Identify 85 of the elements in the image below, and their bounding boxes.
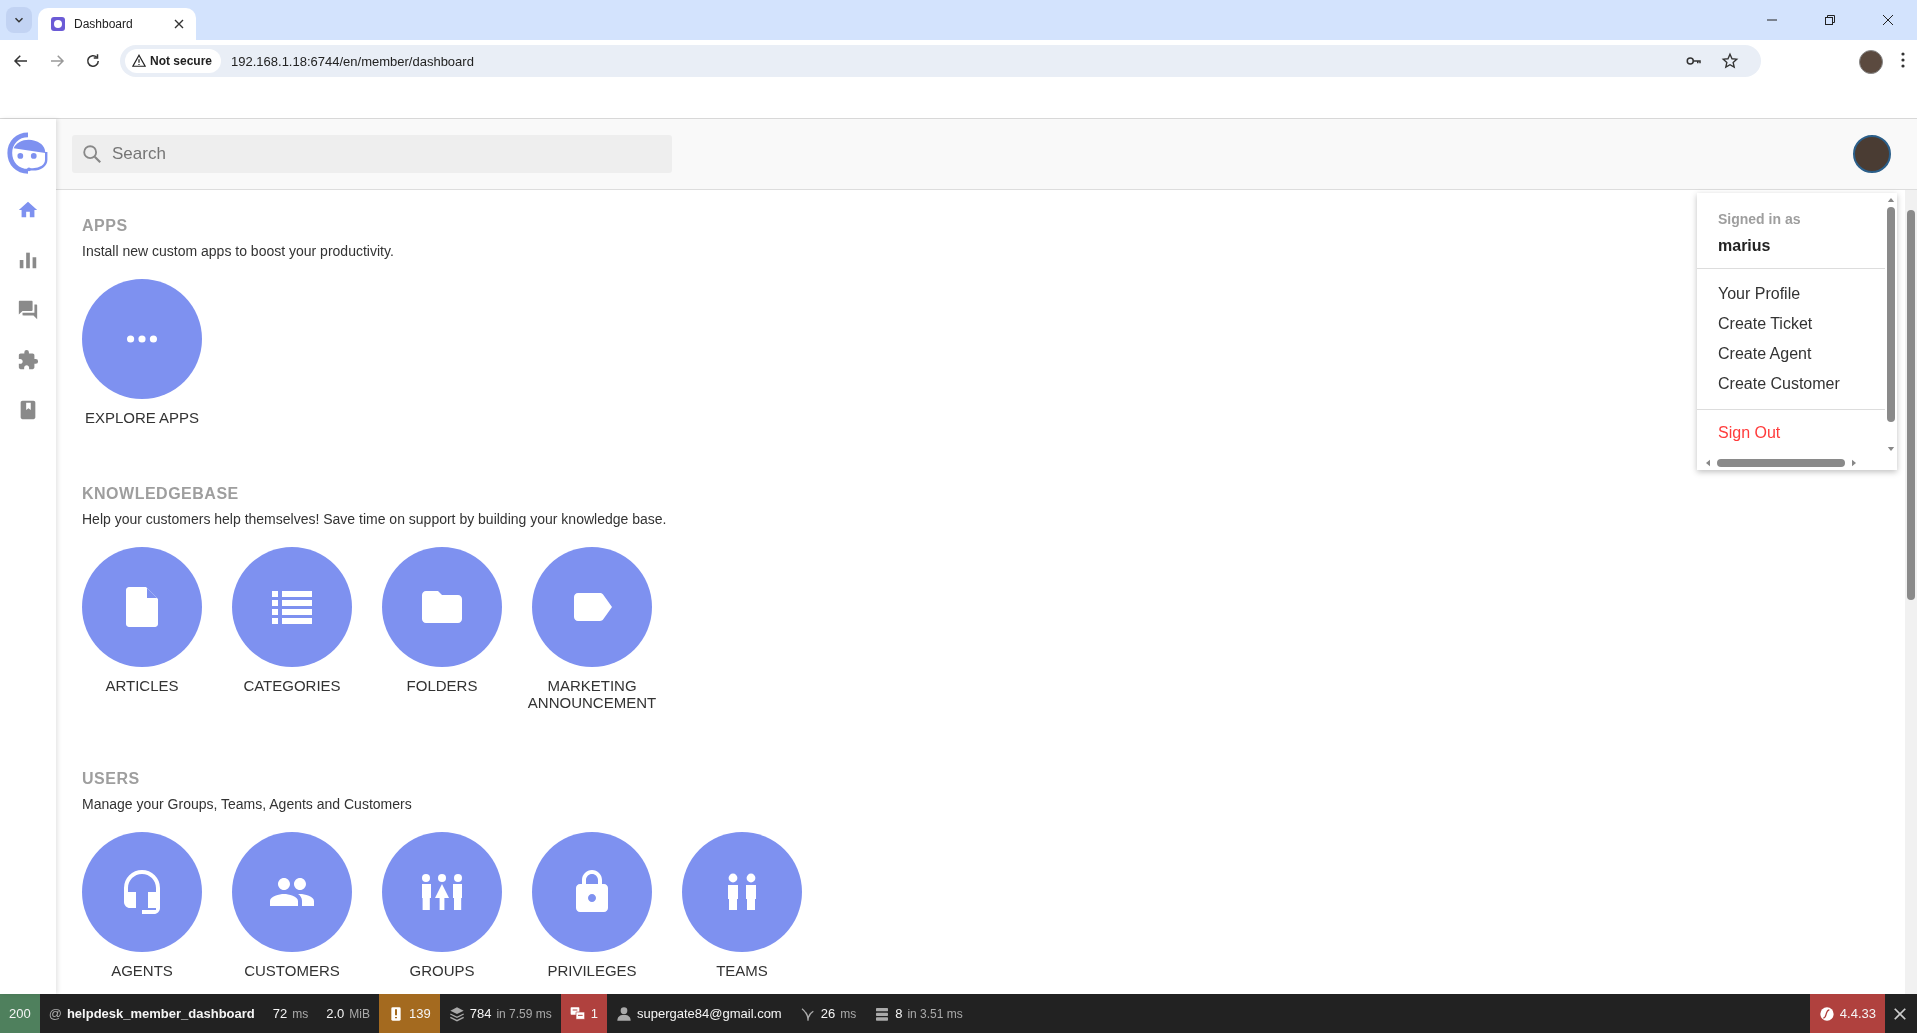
tile-label[interactable]: CUSTOMERS — [217, 962, 367, 979]
star-icon[interactable] — [1721, 52, 1739, 70]
debug-value: 26 — [820, 1006, 836, 1021]
debug-panel[interactable]: 8 in 3.51 ms — [865, 994, 972, 1033]
debug-panel[interactable]: 1 — [560, 994, 607, 1033]
tile-label[interactable]: CATEGORIES — [217, 677, 367, 694]
tile-label[interactable]: AGENTS — [67, 962, 217, 979]
search-field[interactable]: Search — [72, 135, 672, 173]
username: marius — [1718, 236, 1772, 256]
debug-value: 4.4.33 — [1839, 1006, 1876, 1021]
user-avatar[interactable] — [1853, 135, 1891, 173]
tile-label[interactable]: ARTICLES — [67, 677, 217, 694]
browser-tab[interactable]: Dashboard — [38, 8, 196, 40]
debug-panel[interactable]: 4.4.33 — [1809, 994, 1885, 1033]
scroll-left-icon[interactable] — [1705, 459, 1711, 467]
debug-value: 139 — [409, 1006, 431, 1021]
scrollbar[interactable] — [1905, 190, 1917, 994]
tile-label[interactable]: EXPLORE APPS — [67, 409, 217, 426]
debug-panel[interactable]: 200 — [0, 994, 40, 1033]
tab-list-button[interactable] — [6, 7, 32, 33]
debug-value: 784 — [469, 1006, 492, 1021]
tile-label[interactable]: TEAMS — [667, 962, 817, 979]
security-chip[interactable]: Not secure — [125, 49, 222, 73]
debug-panel[interactable]: 139 — [379, 994, 440, 1033]
menu-item[interactable]: Create Agent — [1718, 339, 1864, 369]
tile-label[interactable]: GROUPS — [367, 962, 517, 979]
restore-icon[interactable] — [1824, 14, 1836, 26]
debug-value: 2.0 — [326, 1006, 345, 1021]
menu-item[interactable]: Your Profile — [1718, 279, 1864, 309]
more-icon[interactable] — [1901, 52, 1905, 68]
debug-value: 8 — [895, 1006, 903, 1021]
debug-value: 1 — [590, 1006, 598, 1021]
tile-label[interactable]: FOLDERS — [367, 677, 517, 694]
tile-label[interactable]: MARKETING ANNOUNCEMENT — [517, 677, 667, 711]
signed-in-label: Signed in as — [1718, 210, 1802, 228]
debug-value: helpdesk_member_dashboard — [66, 1006, 255, 1021]
section-description: Manage your Groups, Teams, Agents and Customers — [82, 795, 412, 814]
debug-panel[interactable]: supergate84@gmail.com — [607, 994, 791, 1033]
section-heading: KNOWLEDGEBASE — [82, 484, 239, 504]
sign-out-link[interactable]: Sign Out — [1718, 424, 1781, 441]
user-icon — [616, 1005, 632, 1022]
warning-icon — [388, 1005, 404, 1022]
close-icon[interactable] — [174, 19, 184, 29]
debug-panel[interactable]: @ helpdesk_member_dashboard — [39, 994, 264, 1033]
debug-unit: in 7.59 ms — [496, 1006, 552, 1021]
route-prefix: @ — [48, 1006, 62, 1021]
puzzle-icon[interactable] — [17, 349, 39, 371]
section-heading: APPS — [82, 216, 128, 236]
section-description: Install new custom apps to boost your productivity. — [82, 242, 394, 261]
section-heading: USERS — [82, 769, 140, 789]
url-text: 192.168.1.18:6744/en/member/dashboard — [231, 53, 474, 69]
section-description: Help your customers help themselves! Save time on support by building your knowledge base. — [82, 510, 667, 529]
reload-icon[interactable] — [84, 52, 102, 70]
chat-bubbles-icon[interactable] — [17, 299, 39, 321]
tab-title: Dashboard — [74, 17, 134, 31]
server-icon — [874, 1005, 891, 1022]
dots-icon — [127, 335, 157, 343]
back-icon[interactable] — [12, 52, 30, 70]
debug-value: supergate84@gmail.com — [637, 1006, 782, 1021]
debug-unit: ms — [292, 1006, 309, 1021]
menu-item[interactable]: Create Customer — [1718, 369, 1864, 399]
tile-label[interactable]: PRIVILEGES — [517, 962, 667, 979]
security-label: Not secure — [150, 54, 213, 68]
profile-avatar[interactable] — [1859, 50, 1883, 74]
menu-item[interactable]: Create Ticket — [1718, 309, 1864, 339]
search-icon — [81, 143, 103, 165]
debug-panel[interactable]: 784 in 7.59 ms — [439, 994, 561, 1033]
favicon-icon — [50, 16, 66, 32]
debug-panel[interactable]: 2.0 MiB — [317, 994, 379, 1033]
warning-icon — [132, 54, 146, 68]
debug-panel[interactable]: 72 ms — [263, 994, 318, 1033]
address-bar[interactable]: Not secure 192.168.1.18:6744/en/member/dashboard — [120, 45, 1761, 77]
debug-unit: ms — [840, 1006, 857, 1021]
debug-unit: in 3.51 ms — [907, 1006, 963, 1021]
close-icon[interactable] — [1882, 14, 1894, 26]
forward-icon[interactable] — [48, 52, 66, 70]
debug-value: 200 — [9, 1006, 31, 1021]
layers-icon — [448, 1005, 465, 1022]
scroll-down-icon[interactable] — [1887, 446, 1895, 452]
scroll-up-icon[interactable] — [1887, 197, 1895, 203]
debug-value: 72 — [272, 1006, 288, 1021]
scroll-right-icon[interactable] — [1851, 459, 1857, 467]
debug-unit: MiB — [349, 1006, 370, 1021]
debug-panel[interactable]: 26 ms — [790, 994, 866, 1033]
translation-icon — [569, 1005, 586, 1022]
